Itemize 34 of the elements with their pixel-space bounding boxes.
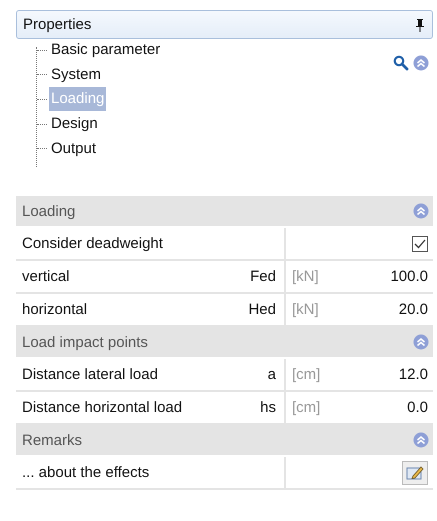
symbol-label: Fed — [250, 268, 276, 285]
section-header[interactable]: Load impact points — [16, 327, 433, 359]
value-field[interactable]: 100.0 — [390, 268, 428, 285]
collapse-icon[interactable] — [413, 432, 429, 448]
property-label: ... about the effects — [22, 464, 150, 481]
collapse-icon[interactable] — [413, 334, 429, 350]
tree-item[interactable]: System — [49, 62, 104, 87]
unit-label: [cm] — [292, 399, 320, 416]
tree-item[interactable]: Design — [49, 112, 100, 136]
property-label: Consider deadweight — [22, 235, 163, 252]
unit-label: [kN] — [292, 268, 319, 285]
pin-icon[interactable] — [415, 18, 425, 32]
value-field[interactable]: 20.0 — [398, 301, 428, 318]
panel-title: Properties — [23, 16, 92, 33]
collapse-icon[interactable] — [413, 203, 429, 219]
symbol-label: hs — [260, 399, 276, 416]
section-header[interactable]: Remarks — [16, 425, 433, 457]
pencil-note-icon — [406, 464, 424, 480]
property-label: horizontal — [22, 301, 88, 318]
unit-label: [cm] — [292, 366, 320, 383]
edit-button[interactable] — [402, 460, 428, 484]
value-field[interactable]: 12.0 — [398, 366, 428, 383]
value-field[interactable]: 0.0 — [407, 399, 428, 416]
tree-item[interactable]: Output — [49, 136, 98, 161]
property-label: vertical — [22, 268, 70, 285]
unit-label: [kN] — [292, 301, 319, 318]
symbol-label: a — [268, 366, 276, 383]
checkbox[interactable] — [412, 236, 428, 252]
property-label: Distance lateral load — [22, 366, 158, 383]
tree-item[interactable]: Basic parameter — [49, 38, 162, 62]
section-header[interactable]: Loading — [16, 196, 433, 228]
property-label: Distance horizontal load — [22, 399, 182, 416]
search-icon[interactable] — [393, 55, 409, 71]
symbol-label: Hed — [248, 301, 276, 318]
